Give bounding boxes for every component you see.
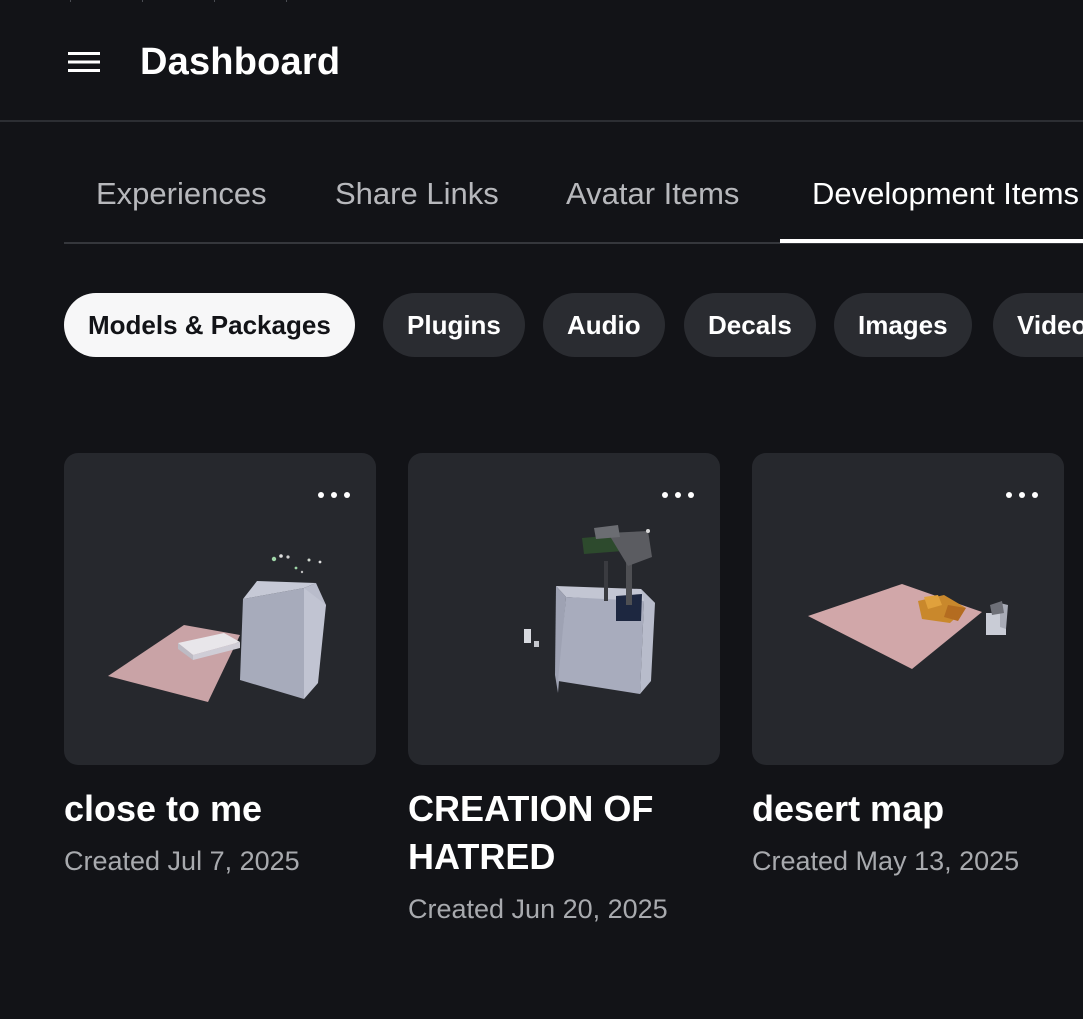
- item-card: close to me Created Jul 7, 2025: [64, 453, 376, 879]
- item-thumbnail[interactable]: [64, 453, 376, 765]
- item-created-date: Created Jun 20, 2025: [408, 894, 668, 924]
- tab-share-links[interactable]: Share Links: [335, 160, 499, 244]
- item-card: CREATION OF HATRED Created Jun 20, 2025: [408, 453, 720, 927]
- item-thumbnail[interactable]: [752, 453, 1064, 765]
- more-options-icon[interactable]: [318, 487, 350, 503]
- hamburger-menu-icon[interactable]: [62, 42, 106, 82]
- tab-bar: Experiences Share Links Avatar Items Dev…: [64, 160, 1083, 244]
- item-name[interactable]: desert map: [752, 785, 1064, 833]
- chip-decals[interactable]: Decals: [684, 293, 816, 357]
- more-options-icon[interactable]: [1006, 487, 1038, 503]
- page-title: Dashboard: [140, 41, 341, 83]
- filter-chips: Models & Packages Plugins Audio Decals I…: [64, 293, 1083, 357]
- top-edge-marks: [70, 0, 290, 2]
- item-card: desert map Created May 13, 2025: [752, 453, 1064, 879]
- tab-development-items[interactable]: Development Items: [812, 160, 1079, 244]
- item-name[interactable]: CREATION OF HATRED: [408, 785, 720, 881]
- tab-experiences[interactable]: Experiences: [96, 160, 267, 244]
- chip-images[interactable]: Images: [834, 293, 972, 357]
- chip-models-packages[interactable]: Models & Packages: [64, 293, 355, 357]
- active-tab-indicator: [780, 239, 1083, 243]
- chip-videos[interactable]: Videos: [993, 293, 1083, 357]
- more-options-icon[interactable]: [662, 487, 694, 503]
- chip-plugins[interactable]: Plugins: [383, 293, 525, 357]
- top-bar: Dashboard: [0, 0, 1083, 122]
- item-created-date: Created May 13, 2025: [752, 846, 1020, 876]
- tab-avatar-items[interactable]: Avatar Items: [566, 160, 739, 244]
- item-thumbnail[interactable]: [408, 453, 720, 765]
- item-name[interactable]: close to me: [64, 785, 376, 833]
- item-created-date: Created Jul 7, 2025: [64, 846, 300, 876]
- chip-audio[interactable]: Audio: [543, 293, 665, 357]
- dashboard-page: Dashboard Experiences Share Links Avatar…: [0, 0, 1083, 1019]
